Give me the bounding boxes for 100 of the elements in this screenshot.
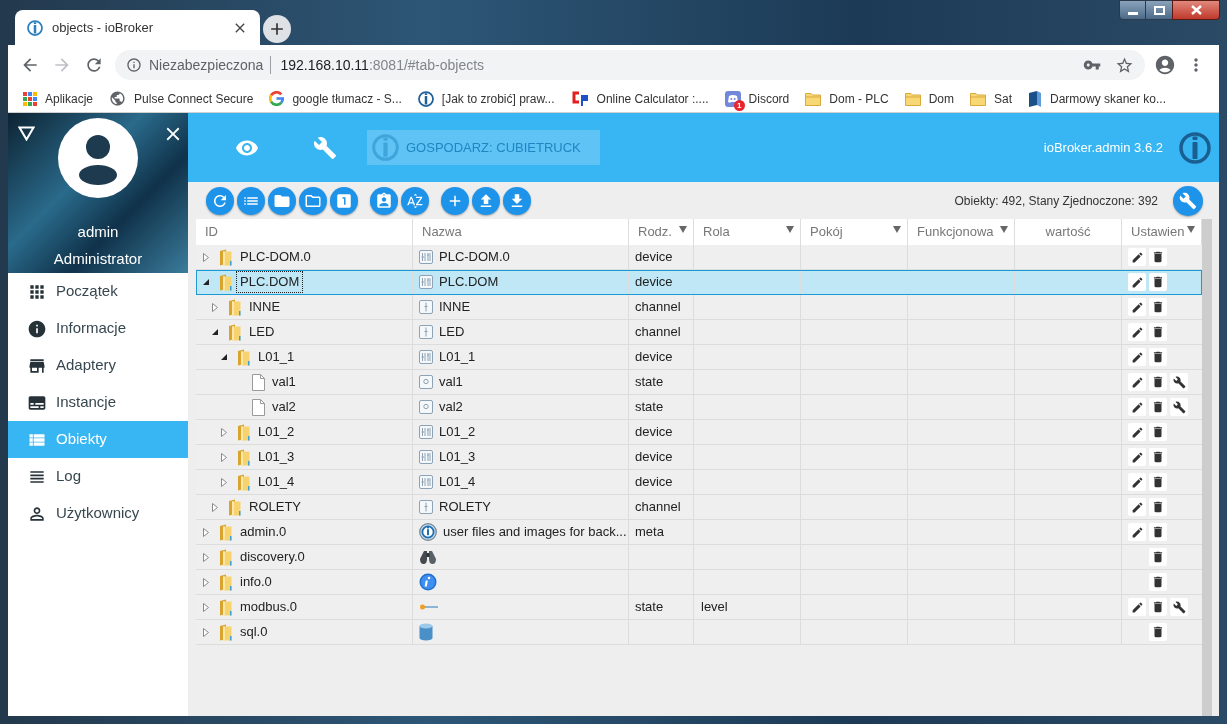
delete-button[interactable]	[1149, 473, 1167, 491]
collapsed-triangle-icon[interactable]	[203, 552, 209, 562]
edit-button[interactable]	[1128, 398, 1146, 416]
delete-button[interactable]	[1149, 523, 1167, 541]
delete-button[interactable]	[1149, 448, 1167, 466]
folder-button[interactable]	[268, 186, 296, 215]
address-bar[interactable]: Niezabezpieczona 192.168.10.11:8081/#tab-objects	[115, 50, 1145, 80]
pencil-icon	[1130, 600, 1144, 614]
delete-button[interactable]	[1149, 498, 1167, 516]
close-button[interactable]	[1172, 0, 1220, 20]
edit-button[interactable]	[1128, 248, 1146, 266]
browser-tab[interactable]: objects - ioBroker	[15, 10, 260, 45]
table-row[interactable]: L01_1 L01_1 device	[196, 345, 1202, 370]
download-button[interactable]	[503, 186, 531, 215]
caret-icon[interactable]	[1000, 225, 1008, 233]
delete-button[interactable]	[1149, 598, 1167, 616]
edit-button[interactable]	[1128, 448, 1146, 466]
edit-button[interactable]	[1128, 423, 1146, 441]
edit-button[interactable]	[1128, 473, 1146, 491]
expanded-triangle-icon[interactable]	[212, 329, 218, 335]
edit-button[interactable]	[1128, 598, 1146, 616]
add-button[interactable]	[441, 186, 469, 215]
table-row[interactable]: PLC-DOM.0 PLC-DOM.0 device	[196, 245, 1202, 270]
info-icon[interactable]	[126, 57, 142, 73]
table-row[interactable]: LED LED channel	[196, 320, 1202, 345]
collapsed-triangle-icon[interactable]	[203, 602, 209, 612]
delete-button[interactable]	[1149, 273, 1167, 291]
edit-button[interactable]	[1128, 298, 1146, 316]
upload-button[interactable]	[472, 186, 500, 215]
edit-button[interactable]	[1128, 348, 1146, 366]
table-row[interactable]: PLC.DOM PLC.DOM device	[196, 270, 1202, 295]
delete-button[interactable]	[1149, 398, 1167, 416]
table-row[interactable]: discovery.0	[196, 545, 1202, 570]
reload-icon[interactable]	[84, 55, 104, 75]
expanded-triangle-icon[interactable]	[203, 279, 209, 285]
sort-alphabetical-button[interactable]	[401, 186, 429, 215]
delete-button[interactable]	[1149, 298, 1167, 316]
collapsed-triangle-icon[interactable]	[212, 302, 218, 312]
collapsed-triangle-icon[interactable]	[212, 502, 218, 512]
minimize-button[interactable]	[1119, 0, 1146, 20]
refresh-button[interactable]	[206, 186, 234, 215]
folder-outline-button[interactable]	[299, 186, 327, 215]
collapsed-triangle-icon[interactable]	[221, 452, 227, 462]
table-row[interactable]: INNE INNE channel	[196, 295, 1202, 320]
delete-button[interactable]	[1149, 373, 1167, 391]
scrollbar[interactable]	[1202, 219, 1212, 716]
bookmark[interactable]: Dom	[904, 89, 954, 108]
settings-button[interactable]	[1170, 373, 1188, 391]
edit-button[interactable]	[1128, 373, 1146, 391]
settings-button[interactable]	[1170, 398, 1188, 416]
table-row[interactable]: admin.0 user files and images for back... meta	[196, 520, 1202, 545]
edit-button[interactable]	[1128, 323, 1146, 341]
number-one-button[interactable]	[330, 186, 358, 215]
delete-button[interactable]	[1149, 348, 1167, 366]
caret-icon[interactable]	[786, 225, 794, 233]
edit-button[interactable]	[1128, 273, 1146, 291]
bookmark[interactable]: 1 Discord	[724, 89, 790, 108]
edit-button[interactable]	[1128, 523, 1146, 541]
table-row[interactable]: L01_2 L01_2 device	[196, 420, 1202, 445]
edit-button[interactable]	[1128, 498, 1146, 516]
settings-button[interactable]	[1170, 598, 1188, 616]
delete-button[interactable]	[1149, 548, 1167, 566]
bookmark[interactable]: Dom - PLC	[805, 89, 889, 108]
delete-button[interactable]	[1149, 423, 1167, 441]
list-button[interactable]	[237, 186, 265, 215]
table-row[interactable]: info.0	[196, 570, 1202, 595]
table-row[interactable]: L01_4 L01_4 device	[196, 470, 1202, 495]
bookmark[interactable]: Online Calculator :....	[570, 89, 709, 108]
caret-icon[interactable]	[679, 225, 687, 233]
delete-button[interactable]	[1149, 323, 1167, 341]
triangle-down-icon[interactable]	[18, 126, 35, 141]
bookmark[interactable]: Pulse Connect Secure	[109, 89, 254, 108]
caret-icon[interactable]	[893, 225, 901, 233]
bookmark[interactable]: Darmowy skaner ko...	[1028, 89, 1167, 108]
collapsed-triangle-icon[interactable]	[203, 252, 209, 262]
maximize-button[interactable]	[1146, 0, 1172, 20]
bookmark[interactable]: Aplikacje	[23, 89, 94, 108]
collapsed-triangle-icon[interactable]	[203, 527, 209, 537]
bookmark[interactable]: Sat	[970, 89, 1012, 108]
star-icon[interactable]	[1115, 55, 1134, 75]
profile-icon[interactable]	[1154, 54, 1176, 76]
table-row[interactable]: L01_3 L01_3 device	[196, 445, 1202, 470]
delete-button[interactable]	[1149, 573, 1167, 591]
delete-button[interactable]	[1149, 623, 1167, 641]
bookmark[interactable]: [Jak to zrobić] praw...	[417, 89, 555, 108]
clipboard-person-button[interactable]	[370, 186, 398, 215]
table-row[interactable]: sql.0	[196, 620, 1202, 645]
collapsed-triangle-icon[interactable]	[203, 577, 209, 587]
table-row[interactable]: val1 val1 state	[196, 370, 1202, 395]
collapsed-triangle-icon[interactable]	[221, 477, 227, 487]
new-tab-button[interactable]	[263, 15, 291, 43]
collapsed-triangle-icon[interactable]	[221, 427, 227, 437]
delete-button[interactable]	[1149, 248, 1167, 266]
table-row[interactable]: modbus.0 state level	[196, 595, 1202, 620]
expanded-triangle-icon[interactable]	[221, 354, 227, 360]
collapsed-triangle-icon[interactable]	[203, 627, 209, 637]
caret-icon[interactable]	[1187, 225, 1195, 233]
bookmark[interactable]: google tłumacz - S...	[269, 89, 402, 108]
table-row[interactable]: ROLETY ROLETY channel	[196, 495, 1202, 520]
table-row[interactable]: val2 val2 state	[196, 395, 1202, 420]
